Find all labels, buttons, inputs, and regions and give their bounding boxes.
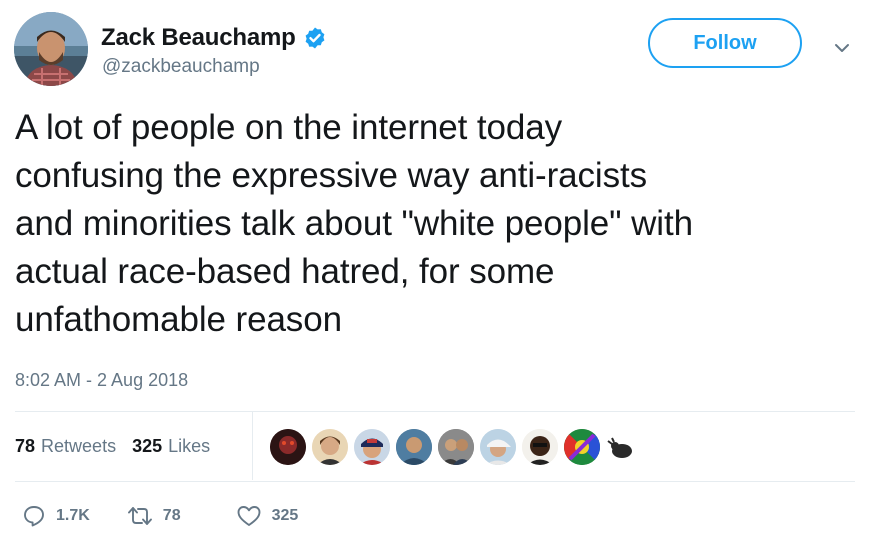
tweet-text-line: A lot of people on the internet today — [15, 108, 562, 147]
tweet-actions: 1.7K 78 325 — [22, 504, 335, 528]
retweet-icon — [127, 507, 152, 525]
tweet-text: A lot of people on the internet today co… — [15, 104, 865, 344]
tweet-text-line: and minorities talk about "white people"… — [15, 204, 693, 243]
author-photo — [14, 12, 88, 86]
likes-count: 325 — [132, 435, 163, 456]
divider-bottom — [15, 481, 855, 482]
reply-count: 1.7K — [56, 507, 90, 524]
tweet-text-line: actual race-based hatred, for some — [15, 252, 555, 291]
liker-avatar[interactable] — [522, 429, 558, 465]
likes-label: Likes — [168, 435, 211, 456]
liker-avatars — [270, 429, 642, 465]
author-handle[interactable]: @zackbeauchamp — [102, 56, 260, 78]
divider-top — [15, 411, 855, 412]
chevron-down-icon[interactable] — [832, 38, 852, 58]
follow-button[interactable]: Follow — [648, 18, 802, 68]
liker-avatar[interactable] — [606, 432, 636, 462]
name-row: Zack Beauchamp — [101, 24, 327, 52]
tweet-timestamp[interactable]: 8:02 AM - 2 Aug 2018 — [15, 370, 188, 391]
liker-avatar[interactable] — [480, 429, 516, 465]
reply-icon — [24, 506, 44, 527]
heart-icon — [237, 506, 261, 526]
liker-avatar[interactable] — [312, 429, 348, 465]
reply-action[interactable]: 1.7K — [22, 504, 90, 528]
verified-badge-icon — [305, 27, 325, 49]
liker-avatar[interactable] — [438, 429, 474, 465]
likes-stat[interactable]: 325 Likes — [132, 436, 210, 457]
tweet-text-line: unfathomable reason — [15, 300, 342, 339]
stats-separator — [252, 412, 253, 480]
liker-avatar[interactable] — [564, 429, 600, 465]
retweet-count: 78 — [162, 507, 181, 524]
tweet-text-line: confusing the expressive way anti-racist… — [15, 156, 648, 195]
tweet-header: Zack Beauchamp @zackbeauchamp Follow — [14, 12, 864, 88]
liker-avatar[interactable] — [270, 429, 306, 465]
retweet-action[interactable]: 78 — [127, 504, 181, 528]
liker-avatar[interactable] — [396, 429, 432, 465]
liker-avatar[interactable] — [354, 429, 390, 465]
author-avatar[interactable] — [14, 12, 88, 86]
like-action[interactable]: 325 — [236, 504, 299, 528]
author-display-name[interactable]: Zack Beauchamp — [101, 24, 296, 52]
retweets-label: Retweets — [41, 435, 117, 456]
retweets-count: 78 — [15, 435, 36, 456]
retweets-stat[interactable]: 78 Retweets — [15, 436, 116, 457]
like-count: 325 — [271, 507, 299, 524]
tweet-stats: 78 Retweets 325 Likes — [15, 431, 226, 461]
